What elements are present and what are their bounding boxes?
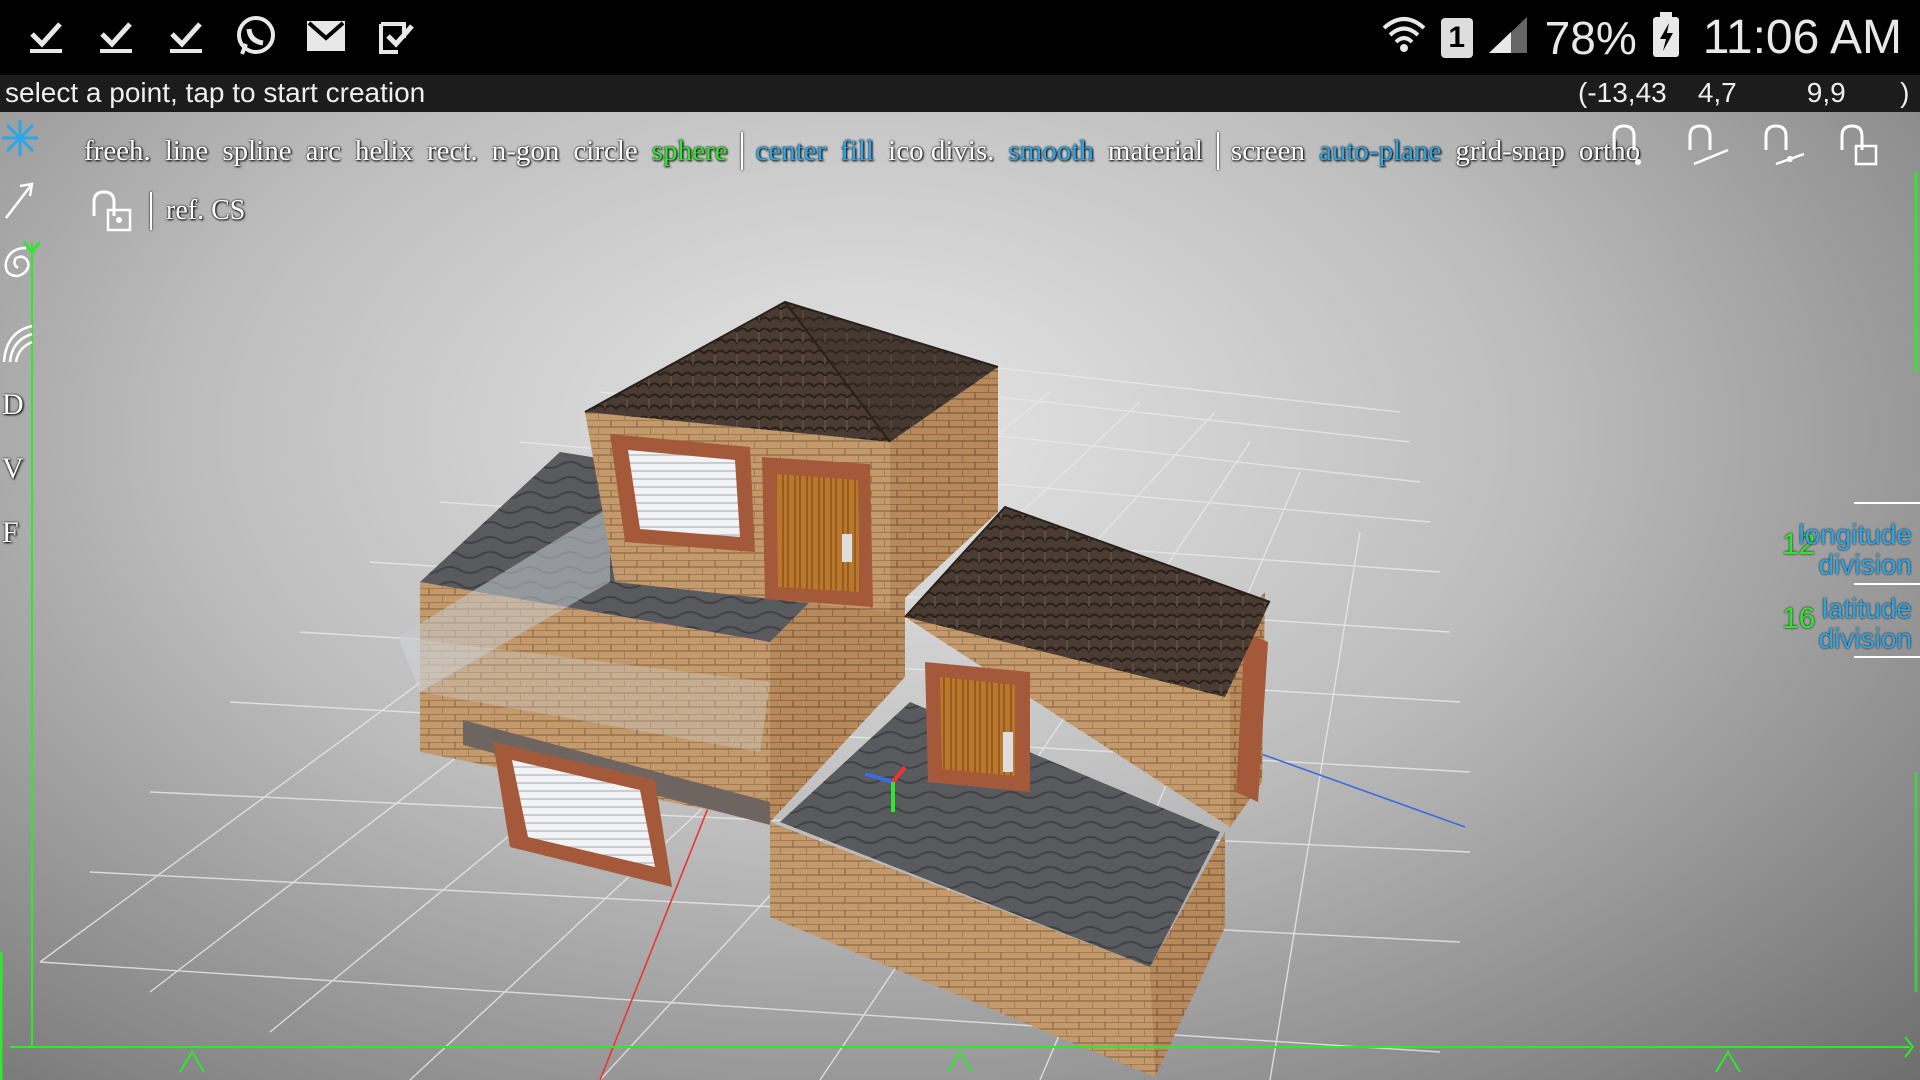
helix-tool-icon[interactable] [0,322,36,366]
longitude-label[interactable]: longitude division [1798,520,1912,580]
check-icon [22,12,70,60]
plane-screen[interactable]: screen [1231,135,1305,168]
tool-spline[interactable]: spline [222,135,291,168]
whatsapp-icon [232,12,280,60]
plane-auto-plane[interactable]: auto-plane [1319,135,1441,168]
magnet-snap-tools [1604,120,1882,170]
signal-icon [1487,15,1531,60]
tool-rect[interactable]: rect. [427,135,478,168]
panel-divider [1854,502,1920,504]
panel-divider [1854,656,1920,658]
check-icon [162,12,210,60]
battery-icon [1651,11,1681,64]
latitude-label-line2: division [1818,623,1912,654]
magnet-face-icon[interactable] [1832,120,1882,170]
wifi-icon [1381,12,1427,63]
scene-render [10,172,1918,1080]
battery-percent: 78% [1544,11,1637,64]
latitude-value[interactable]: 16 [1782,602,1815,636]
option-material[interactable]: material [1108,135,1203,168]
plane-grid-snap[interactable]: grid-snap [1455,135,1565,168]
option-smooth[interactable]: smooth [1009,135,1094,168]
status-bar: 1 78% 11:06 AM [0,0,1920,75]
left-tool-column: D V F [0,112,42,1080]
house-model [398,300,1271,1077]
clock: 11:06 AM [1702,11,1902,64]
toolbar-separator [1216,132,1219,170]
magnet-face-point-icon[interactable] [88,186,138,236]
check-icon [92,12,140,60]
latitude-label-line1: latitude [1821,593,1912,624]
longitude-label-line2: division [1818,549,1912,580]
timeline-ruler [10,1036,1915,1073]
magnet-edge-point-icon[interactable] [1756,120,1806,170]
snap-star-icon[interactable] [0,118,40,158]
arrow-tool-icon[interactable] [2,178,38,222]
tool-f[interactable]: F [2,516,19,550]
spiral-tool-icon[interactable] [0,238,42,288]
latitude-label[interactable]: latitude division [1819,594,1912,654]
sim-icon: 1 [1440,17,1473,58]
toolbar-row-2: ref. CS [88,186,245,236]
tool-d[interactable]: D [2,388,24,422]
tool-helix[interactable]: helix [355,135,413,168]
longitude-label-line1: longitude [1798,519,1912,550]
tool-freehand[interactable]: freeh. [84,135,151,168]
magnet-line-icon[interactable] [1680,120,1730,170]
cursor-coordinates: (-13,43 4,7 9,9 ) [1578,77,1910,108]
magnet-point-icon[interactable] [1604,120,1654,170]
toolbar-separator [741,132,744,170]
3d-viewport[interactable] [0,112,1920,1080]
tool-ngon[interactable]: n-gon [492,135,560,168]
toolbar-separator [150,192,152,230]
ref-cs-button[interactable]: ref. CS [166,195,245,227]
side-panel: 12 longitude division 16 latitude divisi… [1760,480,1920,680]
creation-toolbar: freeh. line spline arc helix rect. n-gon… [84,128,1654,174]
tool-arc[interactable]: arc [306,135,341,168]
tool-circle[interactable]: circle [573,135,637,168]
tasks-icon [372,12,420,60]
status-message: select a point, tap to start creation [5,77,426,108]
option-center[interactable]: center [755,135,826,168]
option-fill[interactable]: fill [840,135,874,168]
tool-line[interactable]: line [165,135,209,168]
tool-v[interactable]: V [2,452,24,486]
info-bar: select a point, tap to start creation (-… [0,75,1920,112]
gmail-icon [302,12,350,60]
tool-sphere[interactable]: sphere [652,135,728,168]
panel-divider [1854,583,1920,585]
option-ico-divis[interactable]: ico divis. [888,135,994,168]
